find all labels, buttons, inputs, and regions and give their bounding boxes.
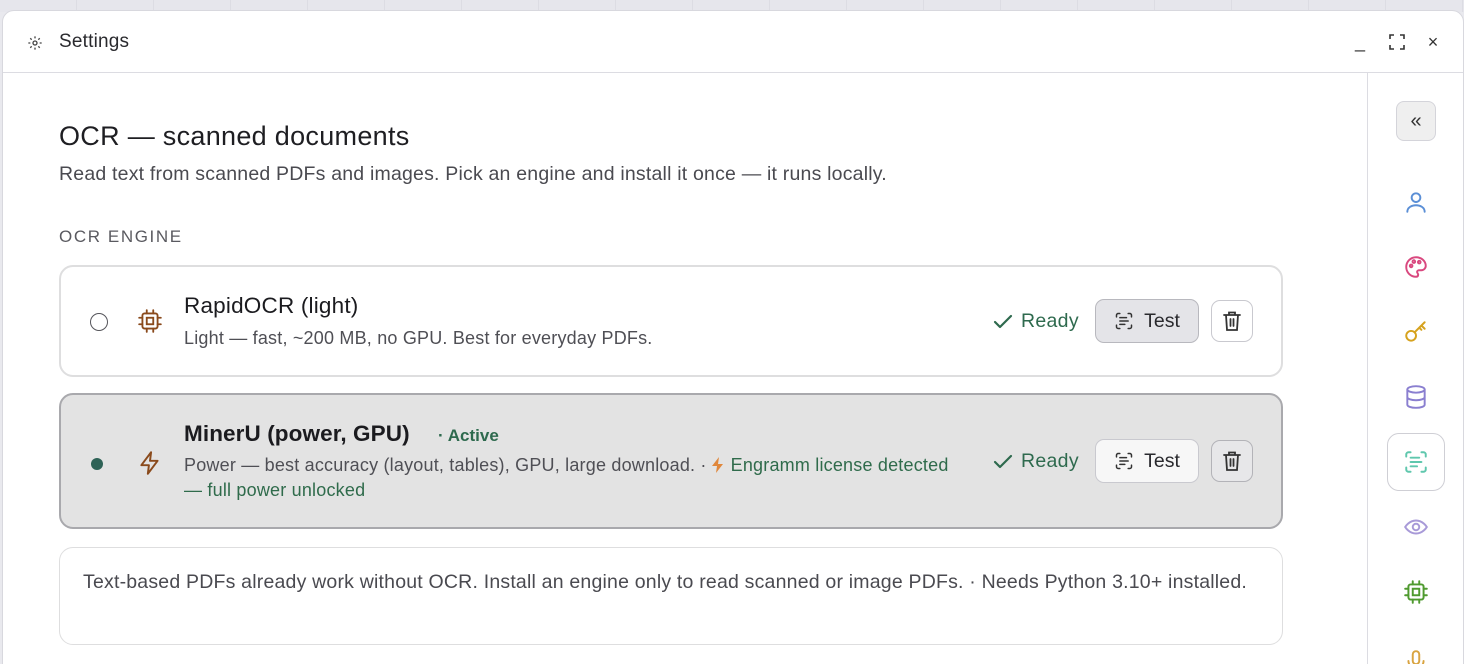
title-bar: Settings _ × <box>3 11 1463 73</box>
engine-status-text: Ready <box>1021 310 1079 332</box>
delete-button-rapidocr[interactable] <box>1211 300 1253 342</box>
trash-icon <box>1223 451 1241 471</box>
engine-radio-rapidocr[interactable] <box>90 313 108 331</box>
engine-description: Light — fast, ~200 MB, no GPU. Best for … <box>184 328 653 348</box>
settings-sidebar-rail: « <box>1367 73 1463 664</box>
chip-icon[interactable] <box>1401 577 1431 607</box>
close-icon[interactable]: × <box>1422 31 1444 53</box>
test-button-label: Test <box>1144 449 1180 472</box>
chip-icon <box>138 309 162 333</box>
active-badge: · Active <box>438 426 499 445</box>
page-subtitle: Read text from scanned PDFs and images. … <box>59 163 887 185</box>
scan-text-icon <box>1115 452 1133 470</box>
engine-status: Ready <box>993 310 1079 333</box>
test-button-mineru[interactable]: Test <box>1095 439 1199 483</box>
palette-icon[interactable] <box>1401 252 1431 282</box>
settings-window: Settings _ × OCR — scanned documents Rea… <box>2 10 1464 664</box>
trash-icon <box>1223 311 1241 331</box>
database-icon[interactable] <box>1401 382 1431 412</box>
delete-button-mineru[interactable] <box>1211 440 1253 482</box>
engine-selected-indicator[interactable] <box>91 458 103 470</box>
engine-description-text: Power — best accuracy (layout, tables), … <box>184 455 707 475</box>
scan-text-icon[interactable] <box>1387 433 1445 491</box>
scan-text-icon <box>1115 312 1133 330</box>
collapse-sidebar-button[interactable]: « <box>1396 101 1436 141</box>
engine-name: MinerU (power, GPU) <box>184 421 410 446</box>
page-title: OCR — scanned documents <box>59 121 410 151</box>
window-title: Settings <box>59 31 130 52</box>
lightning-icon <box>711 457 723 473</box>
test-button-label: Test <box>1144 309 1180 332</box>
key-icon[interactable] <box>1401 317 1431 347</box>
user-icon[interactable] <box>1401 187 1431 217</box>
check-icon <box>993 314 1013 328</box>
engine-name: RapidOCR (light) <box>184 293 359 318</box>
microphone-icon[interactable] <box>1401 647 1431 664</box>
check-icon <box>993 454 1013 468</box>
engine-description: Power — best accuracy (layout, tables), … <box>184 453 964 503</box>
minimize-icon[interactable]: _ <box>1349 31 1371 53</box>
settings-gear-icon <box>28 36 42 50</box>
lightning-icon <box>140 451 159 475</box>
engine-status: Ready <box>993 450 1079 473</box>
engine-card-mineru[interactable]: MinerU (power, GPU) · Active Power — bes… <box>59 393 1283 529</box>
ocr-info-note: Text-based PDFs already work without OCR… <box>59 547 1283 645</box>
section-label: OCR ENGINE <box>59 227 183 246</box>
engine-card-rapidocr[interactable]: RapidOCR (light) Light — fast, ~200 MB, … <box>59 265 1283 377</box>
eye-icon[interactable] <box>1401 512 1431 542</box>
expand-icon[interactable] <box>1386 31 1408 53</box>
settings-content: OCR — scanned documents Read text from s… <box>3 73 1367 664</box>
engine-status-text: Ready <box>1021 450 1079 472</box>
test-button-rapidocr[interactable]: Test <box>1095 299 1199 343</box>
